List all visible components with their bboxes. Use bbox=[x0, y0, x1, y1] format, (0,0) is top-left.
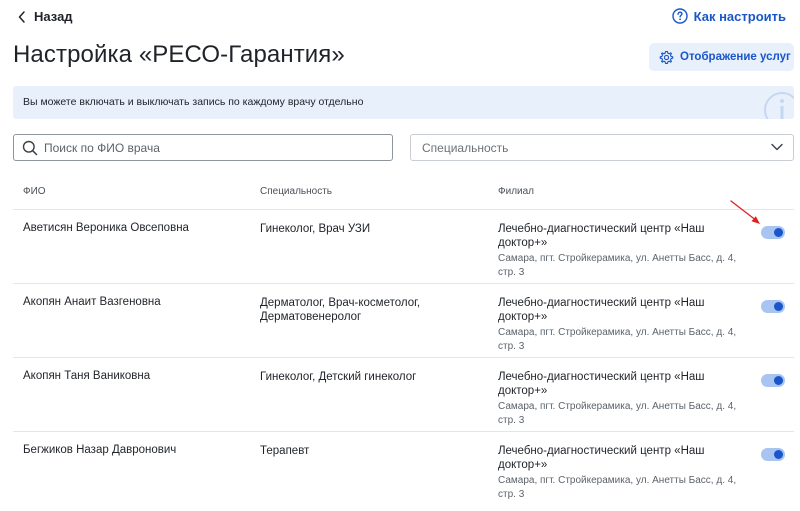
doctor-specialty: Дерматолог, Врач-косметолог, Дерматовене… bbox=[260, 297, 421, 323]
branch-name: Лечебно-диагностический центр «Наш докто… bbox=[498, 371, 705, 397]
branch-name: Лечебно-диагностический центр «Наш докто… bbox=[498, 297, 705, 323]
table-row: Бегжиков Назар Давронович Терапевт Лечеб… bbox=[13, 431, 794, 506]
gear-icon bbox=[659, 50, 674, 64]
chevron-down-icon bbox=[771, 143, 783, 151]
table-row: Акопян Таня Ваниковна Гинеколог, Детский… bbox=[13, 357, 794, 432]
doctor-specialty: Гинеколог, Детский гинеколог bbox=[260, 371, 417, 383]
toggle-knob bbox=[774, 376, 783, 385]
display-services-label: Отображение услуг bbox=[680, 51, 791, 63]
info-icon bbox=[764, 92, 794, 119]
red-arrow-icon bbox=[730, 200, 760, 224]
branch-cell: Лечебно-диагностический центр «Наш докто… bbox=[498, 444, 738, 502]
branch-address: Самара, пгт. Стройкерамика, ул. Анетты Б… bbox=[498, 327, 737, 352]
question-circle-icon bbox=[671, 8, 688, 24]
top-bar: Назад Как настроить bbox=[0, 0, 800, 38]
branch-name: Лечебно-диагностический центр «Наш докто… bbox=[498, 445, 705, 471]
branch-cell: Лечебно-диагностический центр «Наш докто… bbox=[498, 296, 738, 354]
column-header-specialty: Специальность bbox=[260, 186, 332, 197]
doctor-specialty: Гинеколог, Врач УЗИ bbox=[260, 223, 371, 235]
back-label: Назад bbox=[34, 9, 73, 24]
branch-address: Самара, пгт. Стройкерамика, ул. Анетты Б… bbox=[498, 475, 737, 500]
booking-toggle[interactable] bbox=[761, 374, 785, 387]
search-icon bbox=[22, 140, 38, 155]
booking-toggle[interactable] bbox=[761, 300, 785, 313]
toggle-knob bbox=[774, 228, 783, 237]
help-link[interactable]: Как настроить bbox=[671, 8, 786, 24]
branch-name: Лечебно-диагностический центр «Наш докто… bbox=[498, 223, 705, 249]
search-field[interactable] bbox=[13, 134, 393, 161]
back-button[interactable]: Назад bbox=[18, 9, 73, 24]
branch-cell: Лечебно-диагностический центр «Наш докто… bbox=[498, 222, 738, 280]
column-header-branch: Филиал bbox=[498, 186, 535, 197]
table-row: Акопян Анаит Вазгеновна Дерматолог, Врач… bbox=[13, 283, 794, 358]
doctor-name: Бегжиков Назар Давронович bbox=[23, 444, 177, 456]
doctor-name: Акопян Анаит Вазгеновна bbox=[23, 296, 161, 308]
branch-cell: Лечебно-диагностический центр «Наш докто… bbox=[498, 370, 738, 428]
info-text: Вы можете включать и выключать запись по… bbox=[23, 96, 364, 108]
chevron-left-icon bbox=[18, 10, 25, 23]
table-row: Аветисян Вероника Овсеповна Гинеколог, В… bbox=[13, 209, 794, 284]
column-header-name: ФИО bbox=[23, 186, 46, 197]
display-services-button[interactable]: Отображение услуг bbox=[649, 43, 794, 71]
page-title: Настройка «РЕСО-Гарантия» bbox=[13, 41, 345, 68]
doctor-name: Акопян Таня Ваниковна bbox=[23, 370, 151, 382]
help-label: Как настроить bbox=[693, 8, 786, 24]
doctor-name: Аветисян Вероника Овсеповна bbox=[23, 222, 189, 234]
specialty-select[interactable]: Специальность bbox=[410, 134, 794, 161]
specialty-select-label: Специальность bbox=[422, 140, 509, 155]
info-banner: Вы можете включать и выключать запись по… bbox=[13, 86, 794, 119]
booking-toggle[interactable] bbox=[761, 448, 785, 461]
branch-address: Самара, пгт. Стройкерамика, ул. Анетты Б… bbox=[498, 401, 737, 426]
search-input[interactable] bbox=[44, 140, 374, 155]
booking-toggle[interactable] bbox=[761, 226, 785, 239]
doctor-specialty: Терапевт bbox=[260, 445, 310, 457]
toggle-knob bbox=[774, 450, 783, 459]
branch-address: Самара, пгт. Стройкерамика, ул. Анетты Б… bbox=[498, 253, 737, 278]
toggle-knob bbox=[774, 302, 783, 311]
